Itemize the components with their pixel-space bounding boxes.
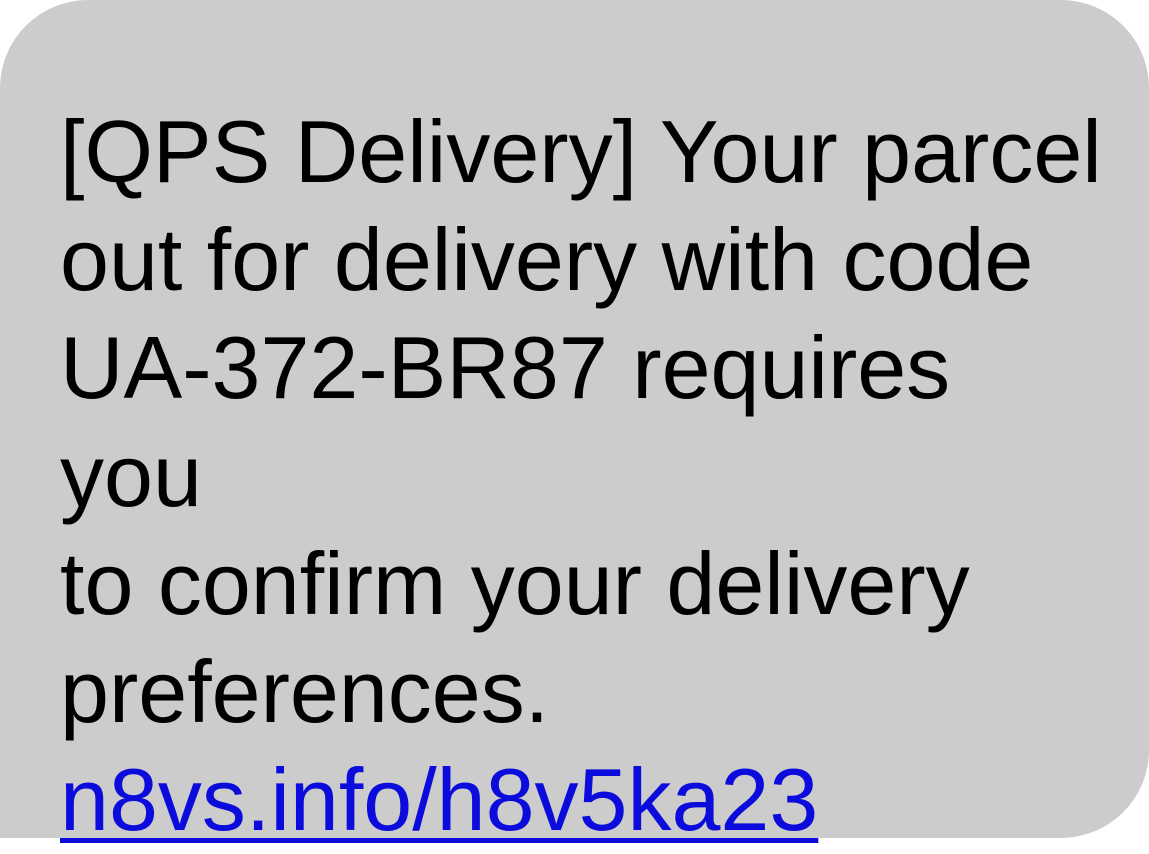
- message-bubble: [QPS Delivery] Your parcel out for deliv…: [0, 0, 1149, 849]
- message-text: [QPS Delivery] Your parcel out for deliv…: [60, 102, 1102, 741]
